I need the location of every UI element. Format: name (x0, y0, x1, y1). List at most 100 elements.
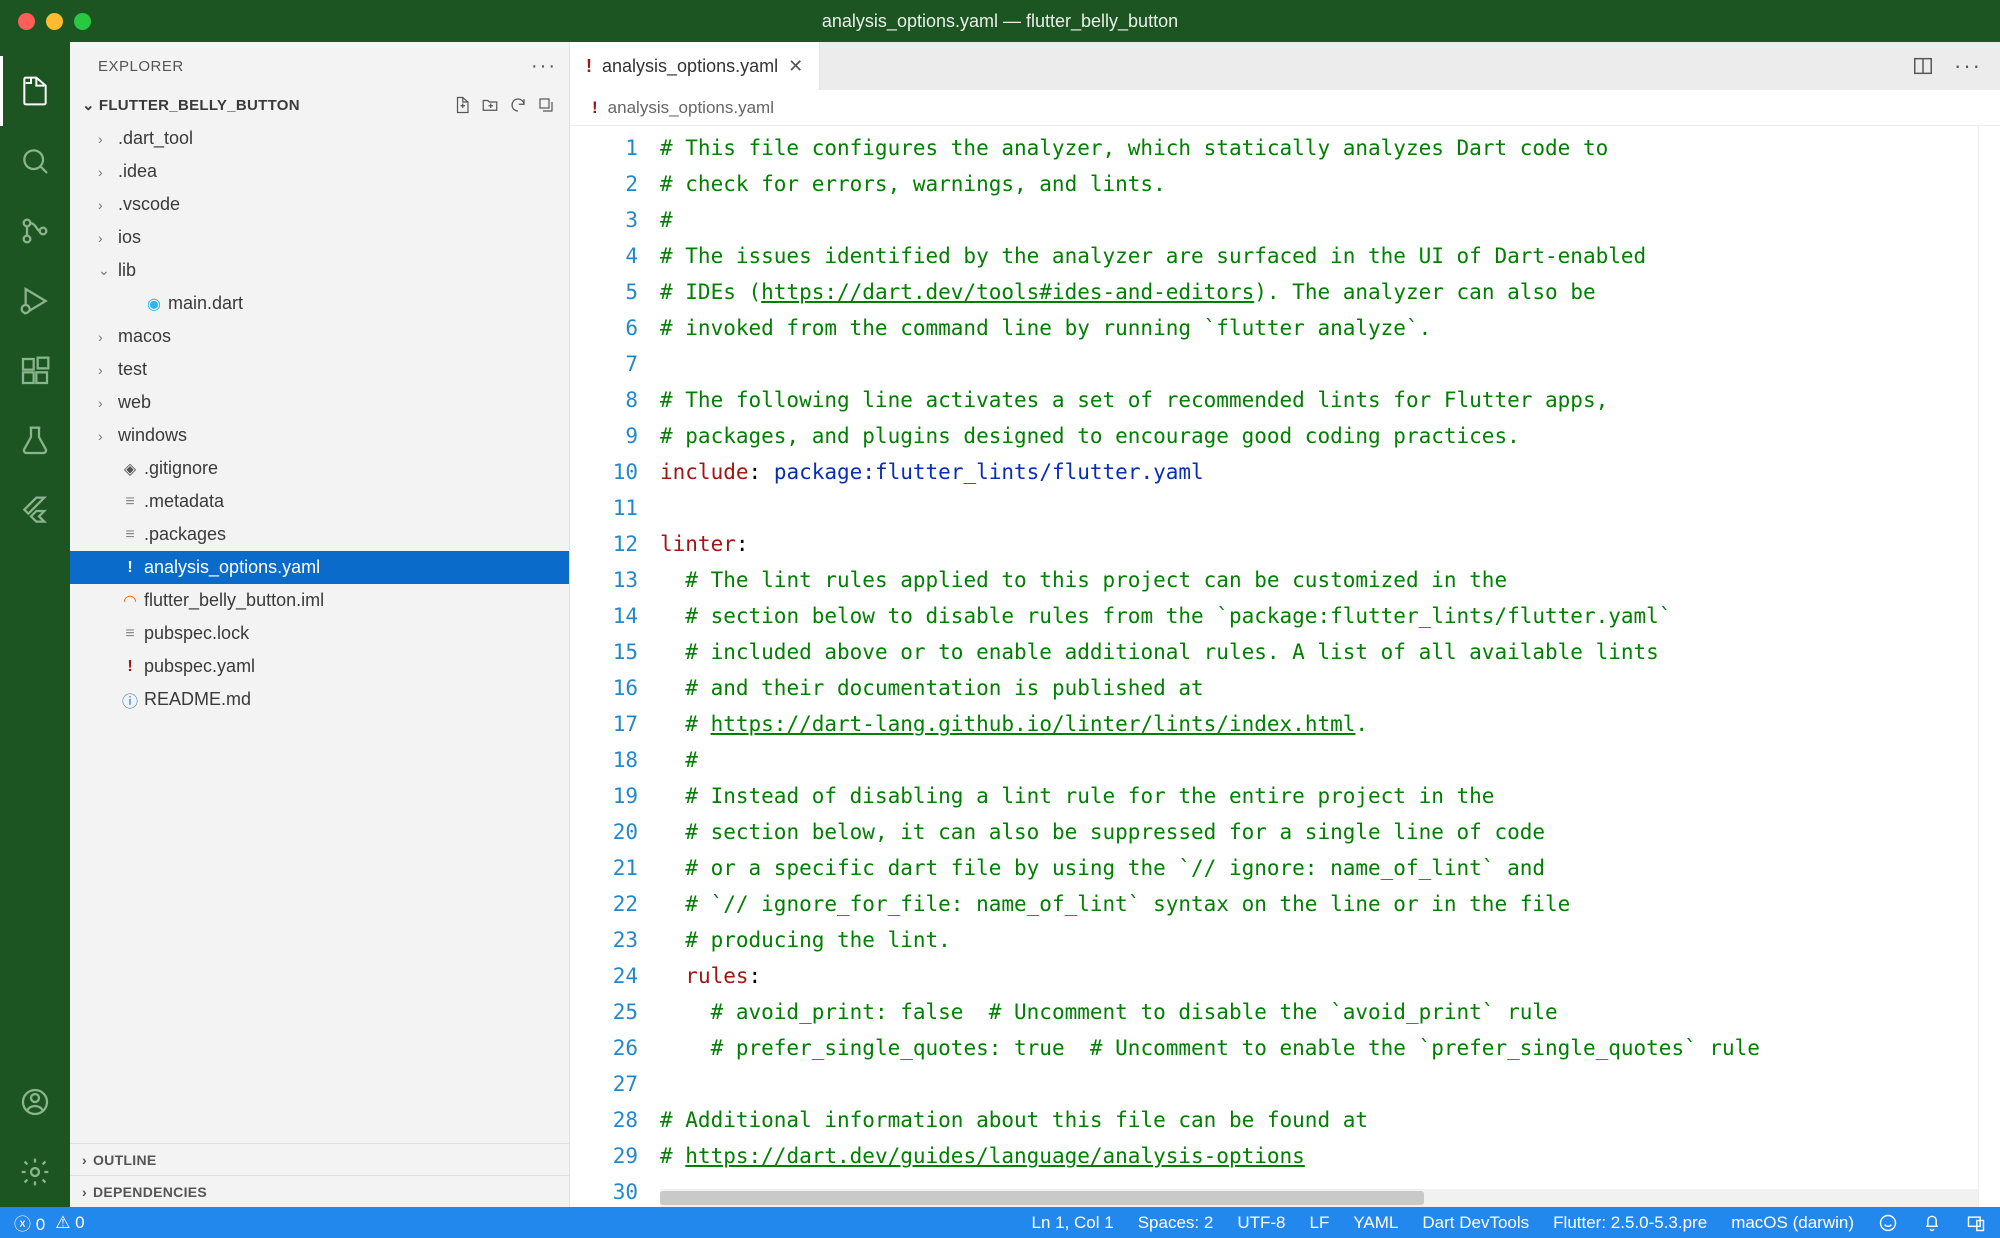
dependencies-section[interactable]: › DEPENDENCIES (70, 1175, 569, 1207)
indent-setting[interactable]: Spaces: 2 (1138, 1213, 1214, 1233)
tab-analysis-options[interactable]: ! analysis_options.yaml ✕ (570, 42, 820, 90)
flutter-icon[interactable] (0, 476, 70, 546)
chevron-right-icon: › (82, 1184, 87, 1200)
dart-devtools[interactable]: Dart DevTools (1422, 1213, 1529, 1233)
file-.metadata[interactable]: ≡.metadata (70, 485, 569, 518)
extensions-icon[interactable] (0, 336, 70, 406)
folder-macos[interactable]: ›macos (70, 320, 569, 353)
platform[interactable]: macOS (darwin) (1731, 1213, 1854, 1233)
file-README.md[interactable]: ⓘREADME.md (70, 683, 569, 716)
tree-item-label: pubspec.yaml (144, 656, 255, 677)
minimap[interactable] (1978, 126, 2000, 1207)
folder-.dart_tool[interactable]: ›.dart_tool (70, 122, 569, 155)
warnings-count[interactable]: ⚠ 0 (55, 1213, 84, 1233)
tree-item-label: web (118, 392, 151, 413)
tree-item-label: .metadata (144, 491, 224, 512)
cursor-position[interactable]: Ln 1, Col 1 (1031, 1213, 1113, 1233)
tree-item-label: pubspec.lock (144, 623, 249, 644)
tree-item-label: ios (118, 227, 141, 248)
source-control-icon[interactable] (0, 196, 70, 266)
explorer-sidebar: EXPLORER ··· ⌄ FLUTTER_BELLY_BUTTON ›.da… (70, 42, 570, 1207)
folder-web[interactable]: ›web (70, 386, 569, 419)
minimize-window-button[interactable] (46, 13, 63, 30)
yaml-icon: ! (586, 56, 592, 77)
editor-more-icon[interactable]: ··· (1954, 53, 1982, 79)
collapse-all-icon[interactable] (537, 96, 555, 114)
folder-ios[interactable]: ›ios (70, 221, 569, 254)
file-pubspec.lock[interactable]: ≡pubspec.lock (70, 617, 569, 650)
new-file-icon[interactable] (453, 96, 471, 114)
scrollbar-thumb[interactable] (660, 1191, 1424, 1205)
titlebar: analysis_options.yaml — flutter_belly_bu… (0, 0, 2000, 42)
horizontal-scrollbar[interactable] (660, 1189, 1978, 1207)
sidebar-header: EXPLORER ··· (70, 42, 569, 90)
chevron-right-icon: › (98, 230, 118, 246)
tree-item-label: analysis_options.yaml (144, 557, 320, 578)
chevron-right-icon: › (98, 197, 118, 213)
folder-lib[interactable]: ⌄lib (70, 254, 569, 287)
file-.packages[interactable]: ≡.packages (70, 518, 569, 551)
search-icon[interactable] (0, 126, 70, 196)
notifications-icon[interactable] (1922, 1213, 1942, 1233)
chevron-right-icon: › (82, 1152, 87, 1168)
file-main.dart[interactable]: ◉main.dart (70, 287, 569, 320)
accounts-icon[interactable] (0, 1067, 70, 1137)
encoding[interactable]: UTF-8 (1237, 1213, 1285, 1233)
activity-bar (0, 42, 70, 1207)
explorer-icon[interactable] (0, 56, 70, 126)
new-folder-icon[interactable] (481, 96, 499, 114)
eol[interactable]: LF (1310, 1213, 1330, 1233)
breadcrumbs[interactable]: ! analysis_options.yaml (570, 90, 2000, 126)
device-icon[interactable] (1966, 1213, 1986, 1233)
chevron-right-icon: › (98, 164, 118, 180)
file-.gitignore[interactable]: ◈.gitignore (70, 452, 569, 485)
run-debug-icon[interactable] (0, 266, 70, 336)
sidebar-title: EXPLORER (98, 58, 184, 75)
zoom-window-button[interactable] (74, 13, 91, 30)
project-name: FLUTTER_BELLY_BUTTON (99, 97, 300, 114)
editor-body[interactable]: 1234567891011121314151617181920212223242… (570, 126, 2000, 1207)
close-window-button[interactable] (18, 13, 35, 30)
chevron-down-icon: ⌄ (98, 262, 118, 279)
refresh-icon[interactable] (509, 96, 527, 114)
flutter-version[interactable]: Flutter: 2.5.0-5.3.pre (1553, 1213, 1707, 1233)
folder-.idea[interactable]: ›.idea (70, 155, 569, 188)
close-tab-icon[interactable]: ✕ (788, 56, 803, 77)
chevron-right-icon: › (98, 131, 118, 147)
folder-windows[interactable]: ›windows (70, 419, 569, 452)
status-bar: ⓧ 0 ⚠ 0 Ln 1, Col 1 Spaces: 2 UTF-8 LF Y… (0, 1207, 2000, 1238)
tree-item-label: README.md (144, 689, 251, 710)
sidebar-more-icon[interactable]: ··· (531, 55, 557, 78)
tree-item-label: .packages (144, 524, 226, 545)
language-mode[interactable]: YAML (1353, 1213, 1398, 1233)
tree-item-label: .vscode (118, 194, 180, 215)
testing-icon[interactable] (0, 406, 70, 476)
tree-item-label: lib (118, 260, 136, 281)
settings-gear-icon[interactable] (0, 1137, 70, 1207)
project-actions (453, 96, 555, 114)
split-editor-icon[interactable] (1912, 55, 1934, 77)
tab-label: analysis_options.yaml (602, 56, 778, 77)
code-content[interactable]: # This file configures the analyzer, whi… (660, 126, 1978, 1207)
tree-item-label: flutter_belly_button.iml (144, 590, 324, 611)
window-controls (0, 13, 91, 30)
line-gutter: 1234567891011121314151617181920212223242… (570, 126, 660, 1207)
errors-count[interactable]: ⓧ 0 (14, 1210, 45, 1235)
file-pubspec.yaml[interactable]: !pubspec.yaml (70, 650, 569, 683)
folder-test[interactable]: ›test (70, 353, 569, 386)
project-header[interactable]: ⌄ FLUTTER_BELLY_BUTTON (70, 90, 569, 120)
outline-section[interactable]: › OUTLINE (70, 1143, 569, 1175)
feedback-icon[interactable] (1878, 1213, 1898, 1233)
editor-area: ! analysis_options.yaml ✕ ··· ! analysis… (570, 42, 2000, 1207)
folder-.vscode[interactable]: ›.vscode (70, 188, 569, 221)
tree-item-label: main.dart (168, 293, 243, 314)
file-flutter_belly_button.iml[interactable]: ◠flutter_belly_button.iml (70, 584, 569, 617)
tree-item-label: .idea (118, 161, 157, 182)
tabs-row: ! analysis_options.yaml ✕ ··· (570, 42, 2000, 90)
tree-item-label: test (118, 359, 147, 380)
window-title: analysis_options.yaml — flutter_belly_bu… (822, 11, 1178, 32)
chevron-down-icon: ⌄ (82, 96, 95, 114)
tree-item-label: windows (118, 425, 187, 446)
file-analysis_options.yaml[interactable]: !analysis_options.yaml (70, 551, 569, 584)
chevron-right-icon: › (98, 362, 118, 378)
